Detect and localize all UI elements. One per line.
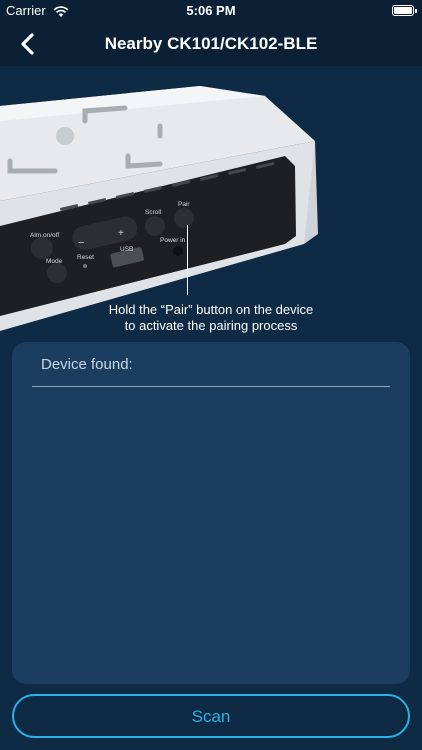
pairing-hint-line-1: Hold the “Pair” button on the device — [108, 302, 314, 317]
mode-label: Mode — [46, 258, 63, 265]
page-title: Nearby CK101/CK102-BLE — [104, 34, 318, 53]
device-list-panel: Device found: — [12, 342, 410, 684]
reset-label: Reset — [77, 254, 94, 261]
status-bar: Carrier 5:06 PM — [0, 0, 422, 22]
navigation-bar: Nearby CK101/CK102-BLE — [0, 22, 422, 66]
scan-button[interactable]: Scan — [12, 694, 410, 738]
pair-label: Pair — [178, 201, 190, 208]
device-list-divider — [32, 386, 390, 387]
battery-icon — [392, 5, 417, 16]
alarm-button-label: Alm.on/off — [30, 232, 59, 239]
device-illustration: Alm.on/off − + Scroll Pair Mode Reset US… — [0, 66, 422, 336]
pairing-hint-line-2: to activate the pairing process — [124, 318, 298, 333]
plus-label: + — [118, 228, 124, 239]
pair-callout-line — [187, 225, 188, 295]
minus-label: − — [78, 237, 84, 249]
pairing-hint: Hold the “Pair” button on the device to … — [0, 302, 422, 334]
scroll-label: Scroll — [145, 209, 162, 216]
usb-label: USB — [120, 246, 133, 253]
clock-label: 5:06 PM — [186, 3, 236, 18]
device-found-header: Device found: — [41, 356, 133, 373]
power-in-label: Power in — [160, 237, 186, 244]
